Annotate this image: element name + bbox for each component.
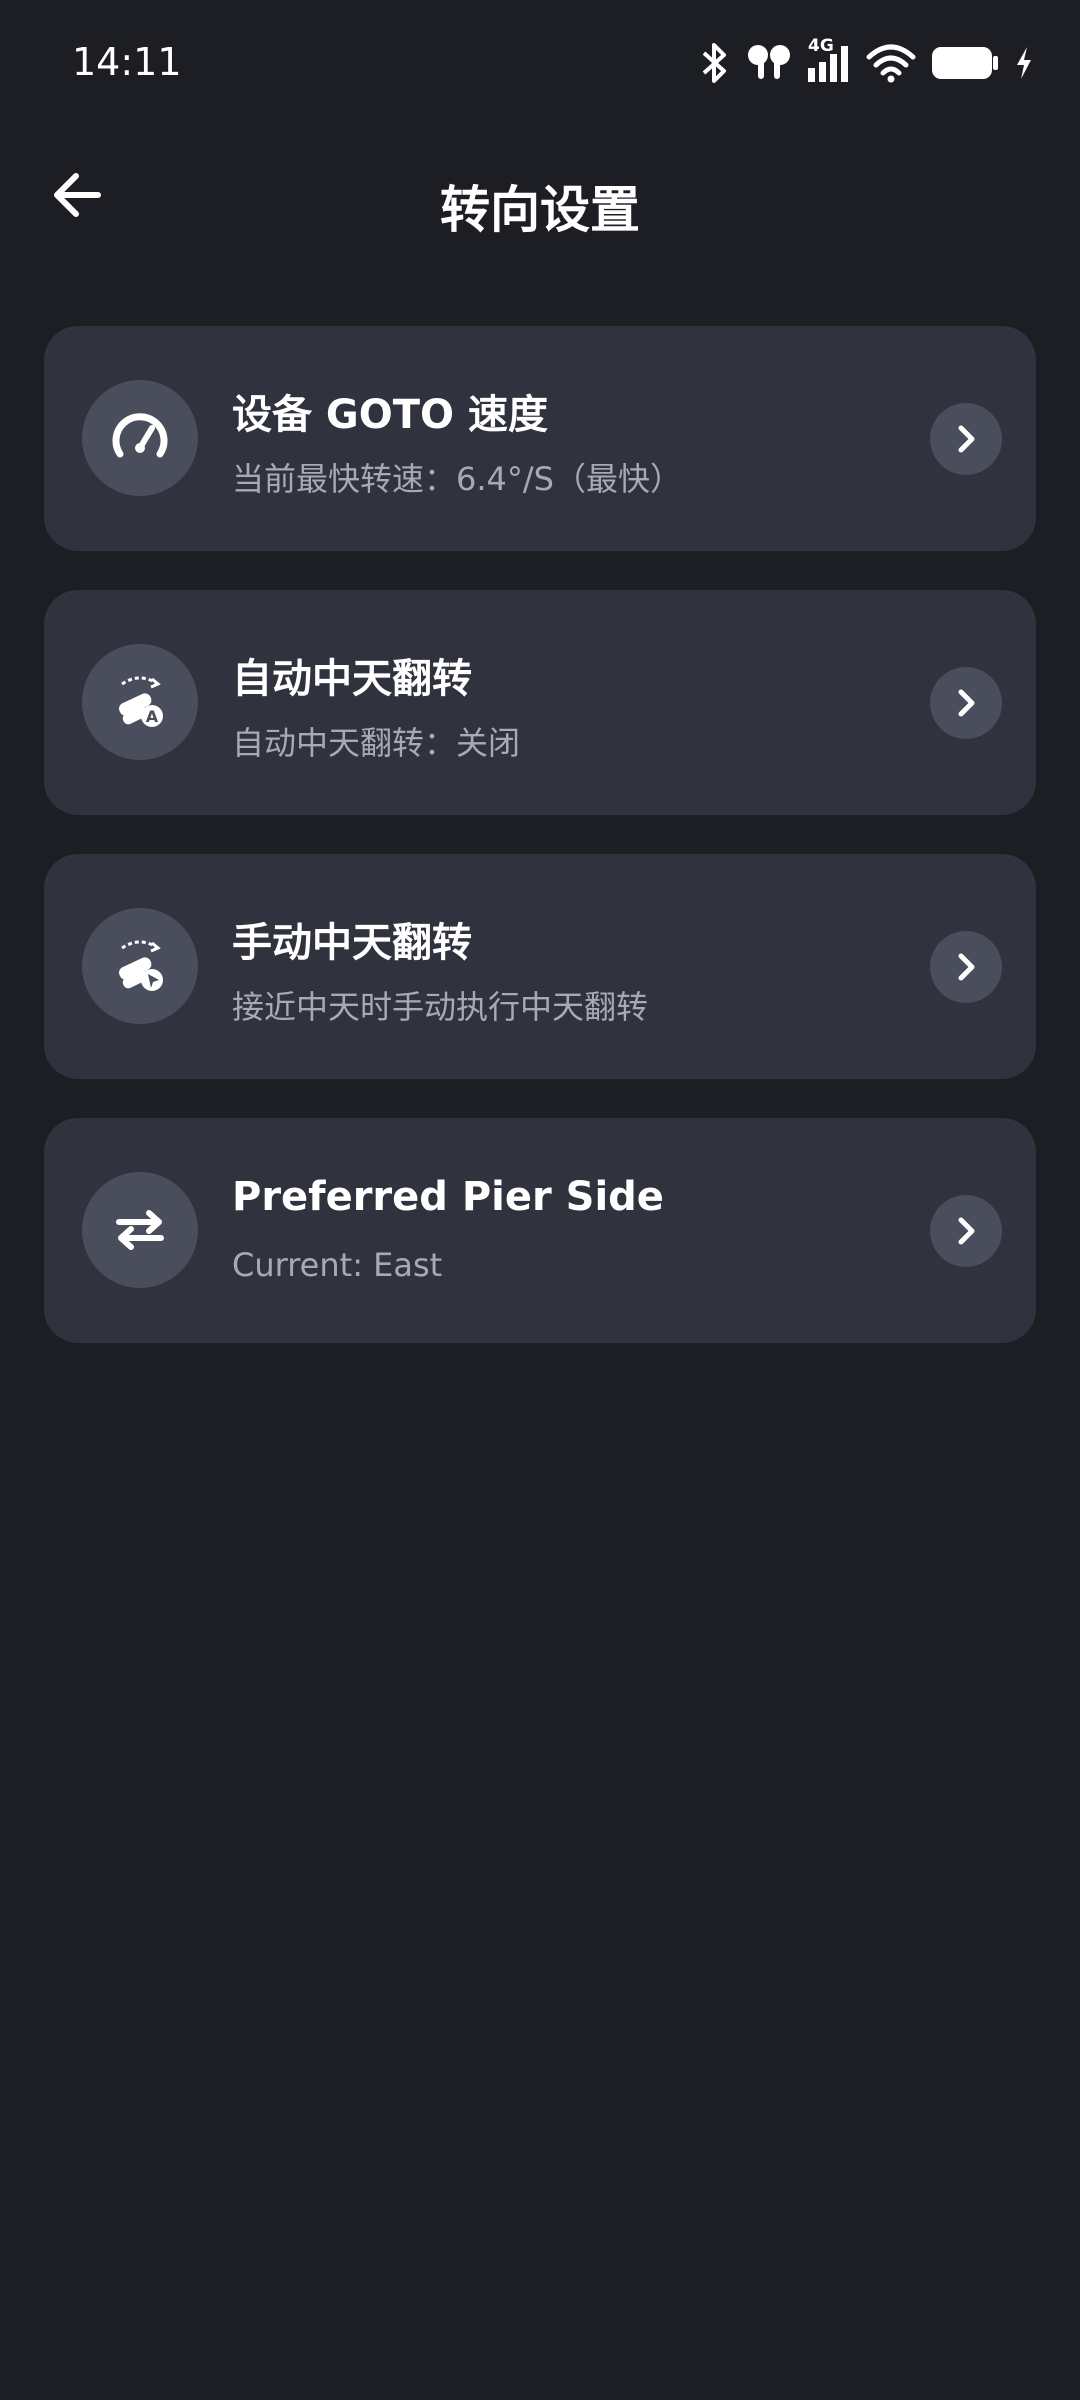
status-icons: 4G (698, 36, 1034, 88)
signal-icon: 4G (806, 36, 852, 84)
earbuds-icon (746, 43, 792, 83)
preferred-pier-side-item[interactable]: Preferred Pier Side Current: East (44, 1118, 1036, 1343)
svg-text:A: A (146, 707, 159, 726)
chevron-right-icon[interactable] (930, 1195, 1002, 1267)
auto-meridian-flip-item[interactable]: A 自动中天翻转 自动中天翻转：关闭 (44, 590, 1036, 815)
chevron-right-icon[interactable] (930, 403, 1002, 475)
status-time: 14:11 (72, 40, 182, 84)
charging-icon (1014, 45, 1034, 81)
bluetooth-icon (698, 41, 732, 85)
item-subtitle: Current: East (232, 1246, 443, 1284)
battery-icon (930, 45, 1000, 81)
manual-meridian-flip-icon (82, 908, 198, 1024)
chevron-right-icon[interactable] (930, 667, 1002, 739)
speedometer-icon (82, 380, 198, 496)
header: 转向设置 (0, 150, 1080, 250)
chevron-right-icon[interactable] (930, 931, 1002, 1003)
manual-meridian-flip-item[interactable]: 手动中天翻转 接近中天时手动执行中天翻转 (44, 854, 1036, 1079)
swap-arrows-icon (82, 1172, 198, 1288)
network-label: 4G (808, 36, 834, 56)
item-title: 自动中天翻转 (232, 656, 472, 702)
item-title: Preferred Pier Side (232, 1174, 664, 1220)
settings-list: 设备 GOTO 速度 当前最快转速：6.4°/S（最快） A 自动中天翻转 自动… (44, 326, 1036, 1382)
item-subtitle: 当前最快转速：6.4°/S（最快） (232, 460, 682, 498)
auto-meridian-flip-icon: A (82, 644, 198, 760)
wifi-icon (866, 43, 916, 83)
page-title: 转向设置 (440, 181, 640, 239)
item-subtitle: 自动中天翻转：关闭 (232, 724, 521, 762)
status-bar: 14:11 4G (0, 0, 1080, 130)
item-title: 手动中天翻转 (232, 920, 472, 966)
goto-speed-item[interactable]: 设备 GOTO 速度 当前最快转速：6.4°/S（最快） (44, 326, 1036, 551)
item-title: 设备 GOTO 速度 (232, 392, 548, 438)
item-subtitle: 接近中天时手动执行中天翻转 (232, 988, 649, 1026)
